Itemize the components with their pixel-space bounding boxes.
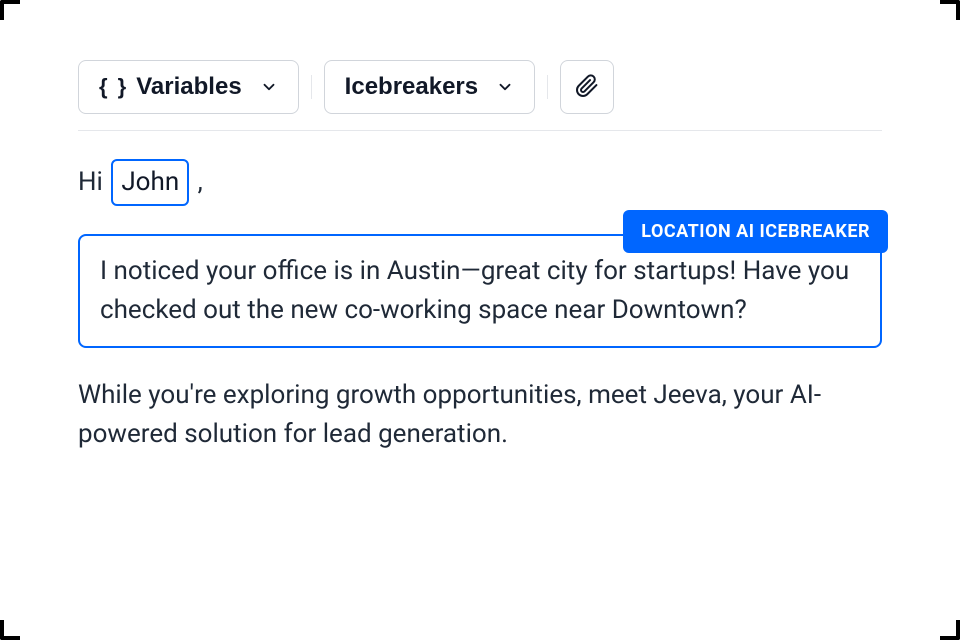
- icebreaker-block[interactable]: LOCATION AI ICEBREAKER I noticed your of…: [78, 234, 882, 348]
- greeting-prefix: Hi: [78, 167, 109, 197]
- icebreakers-dropdown[interactable]: Icebreakers: [324, 60, 535, 114]
- followup-paragraph[interactable]: While you're exploring growth opportunit…: [78, 376, 882, 454]
- greeting-suffix: ,: [191, 167, 203, 197]
- attachment-button[interactable]: [560, 60, 614, 114]
- braces-icon: { }: [99, 74, 128, 100]
- variable-chip-name[interactable]: John: [111, 159, 189, 206]
- email-composer[interactable]: Hi John , LOCATION AI ICEBREAKER I notic…: [78, 159, 882, 454]
- toolbar-divider: [547, 75, 548, 99]
- variables-label: Variables: [136, 73, 241, 101]
- icebreaker-tag: LOCATION AI ICEBREAKER: [623, 210, 888, 253]
- paperclip-icon: [575, 74, 599, 101]
- icebreakers-label: Icebreakers: [345, 73, 478, 101]
- greeting-line: Hi John ,: [78, 159, 882, 206]
- toolbar-divider: [311, 75, 312, 99]
- variables-dropdown[interactable]: { } Variables: [78, 60, 299, 114]
- chevron-down-icon: [260, 78, 278, 96]
- horizontal-rule: [78, 130, 882, 131]
- editor-toolbar: { } Variables Icebreakers: [78, 60, 882, 114]
- chevron-down-icon: [496, 78, 514, 96]
